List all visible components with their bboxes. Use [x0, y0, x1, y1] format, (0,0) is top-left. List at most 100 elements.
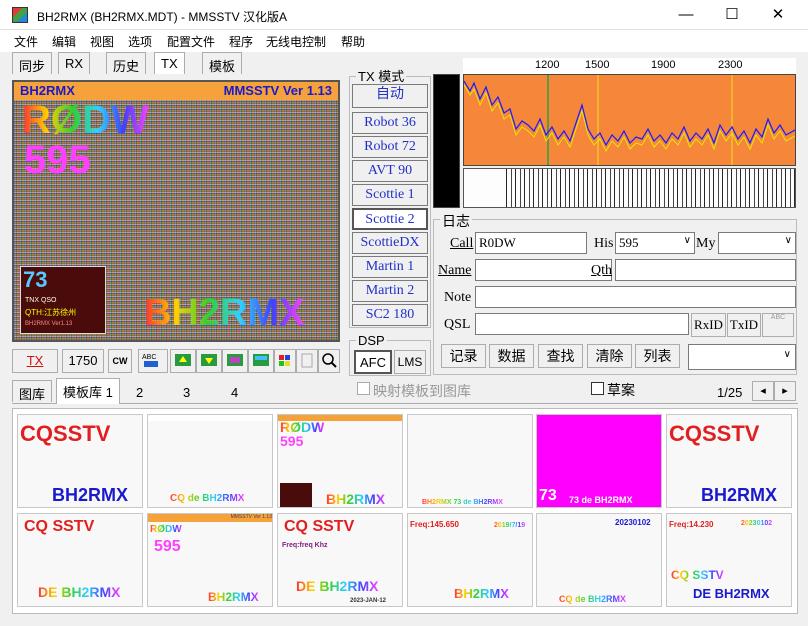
tick-1900: 1900	[651, 59, 676, 71]
tab-history[interactable]: 历史	[106, 52, 147, 74]
map-checkbox[interactable]	[357, 382, 370, 395]
log-record-button[interactable]: 记录	[441, 344, 486, 368]
load-image-icon[interactable]	[170, 349, 196, 373]
color-palette-icon[interactable]	[274, 349, 296, 373]
template-8-call: RØDW	[150, 524, 182, 535]
tab-tx[interactable]: TX	[154, 52, 185, 74]
close-button[interactable]: ✕	[755, 0, 801, 30]
minimize-button[interactable]: —	[663, 0, 709, 30]
template-2[interactable]: CQ de BH2RMX	[147, 414, 273, 508]
afc-button[interactable]: AFC	[354, 350, 392, 374]
template-8[interactable]: MMSSTV Ver 1.13 RØDW 595 BH2RMX	[147, 513, 273, 607]
maximize-button[interactable]: ☐	[709, 0, 755, 30]
tick-1500: 1500	[585, 59, 610, 71]
template-3-rst: 595	[280, 433, 304, 449]
edit-image-icon[interactable]	[248, 349, 274, 373]
name-label: Name	[438, 263, 472, 278]
mode-robot72-button[interactable]: Robot 72	[352, 136, 428, 158]
log-clear-button[interactable]: 清除	[587, 344, 632, 368]
qsl-line3: BH2RMX Ver1.13	[25, 321, 73, 327]
menu-file[interactable]: 文件	[14, 33, 38, 50]
log-find-button[interactable]: 查找	[538, 344, 583, 368]
mode-scottiedx-button[interactable]: ScottieDX	[352, 232, 428, 254]
menu-radio-control[interactable]: 无线电控制	[266, 33, 326, 50]
template-3[interactable]: RØDW 595 BH2RMX	[277, 414, 403, 508]
template-6[interactable]: CQSSTV BH2RMX	[666, 414, 792, 508]
my-field[interactable]: ∨	[718, 232, 796, 254]
tab-template-lib-2[interactable]: 2	[136, 385, 143, 400]
abc-button[interactable]: ABC	[762, 313, 794, 337]
mode-avt90-button[interactable]: AVT 90	[352, 160, 428, 182]
tx-image-panel[interactable]: BH2RMX MMSSTV Ver 1.13 RØDW 595 73 TNX Q…	[12, 80, 340, 342]
tab-template-lib-4[interactable]: 4	[231, 385, 238, 400]
save-image-icon[interactable]	[196, 349, 222, 373]
tab-template-lib-3[interactable]: 3	[183, 385, 190, 400]
mode-martin1-button[interactable]: Martin 1	[352, 256, 428, 278]
chevron-down-icon: ∨	[783, 349, 791, 360]
log-data-button[interactable]: 数据	[489, 344, 534, 368]
template-4[interactable]: BH2RMX 73 de BH2RMX	[407, 414, 533, 508]
my-label: My	[696, 236, 716, 251]
template-5-num: 73	[539, 487, 557, 504]
template-5[interactable]: 73 73 de BH2RMX	[536, 414, 662, 508]
tab-gallery[interactable]: 图库	[12, 380, 53, 402]
template-11[interactable]: 20230102 CQ de BH2RMX	[536, 513, 662, 607]
tab-template-lib-1[interactable]: 模板库 1	[56, 378, 120, 404]
tab-rx[interactable]: RX	[58, 52, 91, 74]
template-12[interactable]: Freq:14.230 20230102 CQ SSTV DE BH2RMX	[666, 513, 792, 607]
text-tool-icon[interactable]: ABC	[138, 349, 168, 373]
prev-page-button[interactable]: ◂	[752, 381, 774, 401]
lms-button[interactable]: LMS	[394, 350, 426, 374]
template-10[interactable]: Freq:145.650 2019/7/19 BH2RMX	[407, 513, 533, 607]
log-list-button[interactable]: 列表	[635, 344, 680, 368]
image-big-call: RØDW	[22, 98, 149, 142]
tx-button[interactable]: TX	[12, 349, 58, 373]
menu-program[interactable]: 程序	[229, 33, 253, 50]
rxid-button[interactable]: RxID	[691, 313, 726, 337]
call-field[interactable]: R0DW	[475, 232, 587, 254]
mode-scottie2-button[interactable]: Scottie 2	[352, 208, 428, 230]
menu-edit[interactable]: 编辑	[52, 33, 76, 50]
image-rst: 595	[24, 138, 91, 182]
spectrum-display[interactable]	[463, 74, 796, 166]
next-page-button[interactable]: ▸	[774, 381, 796, 401]
tab-sync[interactable]: 同步	[12, 52, 53, 74]
mode-martin2-button[interactable]: Martin 2	[352, 280, 428, 302]
template-7[interactable]: CQ SSTV DE BH2RMX	[17, 513, 143, 607]
zoom-icon[interactable]	[318, 349, 340, 373]
image-version: MMSSTV Ver 1.13	[223, 83, 332, 98]
template-1[interactable]: CQSSTV BH2RMX	[17, 414, 143, 508]
clipboard-icon[interactable]	[296, 349, 318, 373]
paste-image-icon[interactable]	[222, 349, 248, 373]
template-9[interactable]: CQ SSTV Freq:freq Khz DE BH2RMX 2023-JAN…	[277, 513, 403, 607]
mode-sc2-180-button[interactable]: SC2 180	[352, 304, 428, 326]
template-6-text-1: CQSSTV	[669, 421, 760, 446]
menu-options[interactable]: 选项	[128, 33, 152, 50]
his-field[interactable]: 595 ∨	[615, 232, 695, 254]
txid-button[interactable]: TxID	[727, 313, 761, 337]
template-7-text-1: CQ SSTV	[24, 518, 95, 535]
his-value: 595	[619, 235, 639, 250]
menu-help[interactable]: 帮助	[341, 33, 365, 50]
menu-profile[interactable]: 配置文件	[167, 33, 215, 50]
menu-view[interactable]: 视图	[90, 33, 114, 50]
mode-auto-button[interactable]: 自动	[352, 84, 428, 108]
cw-button[interactable]: CW	[108, 349, 132, 373]
template-9-text-1: CQ SSTV	[284, 518, 355, 535]
qsl-line1: TNX QSO	[25, 297, 57, 304]
template-4-text: BH2RMX 73 de BH2RMX	[422, 499, 503, 506]
mode-robot36-button[interactable]: Robot 36	[352, 112, 428, 134]
log-dropdown[interactable]: ∨	[688, 344, 796, 370]
waterfall-display[interactable]	[463, 168, 796, 208]
qsl-field[interactable]	[475, 313, 689, 335]
template-2-bar	[148, 415, 272, 421]
template-7-text-2: DE BH2RMX	[38, 584, 121, 600]
note-field[interactable]	[475, 286, 796, 308]
tone-1750-button[interactable]: 1750	[62, 349, 104, 373]
title-bar: BH2RMX (BH2RMX.MDT) - MMSSTV 汉化版A — ☐ ✕	[0, 0, 808, 30]
qth-field[interactable]	[615, 259, 796, 281]
template-2-text: CQ de BH2RMX	[170, 493, 245, 504]
tab-template[interactable]: 模板	[202, 52, 243, 74]
mode-scottie1-button[interactable]: Scottie 1	[352, 184, 428, 206]
draft-checkbox[interactable]	[591, 382, 604, 395]
